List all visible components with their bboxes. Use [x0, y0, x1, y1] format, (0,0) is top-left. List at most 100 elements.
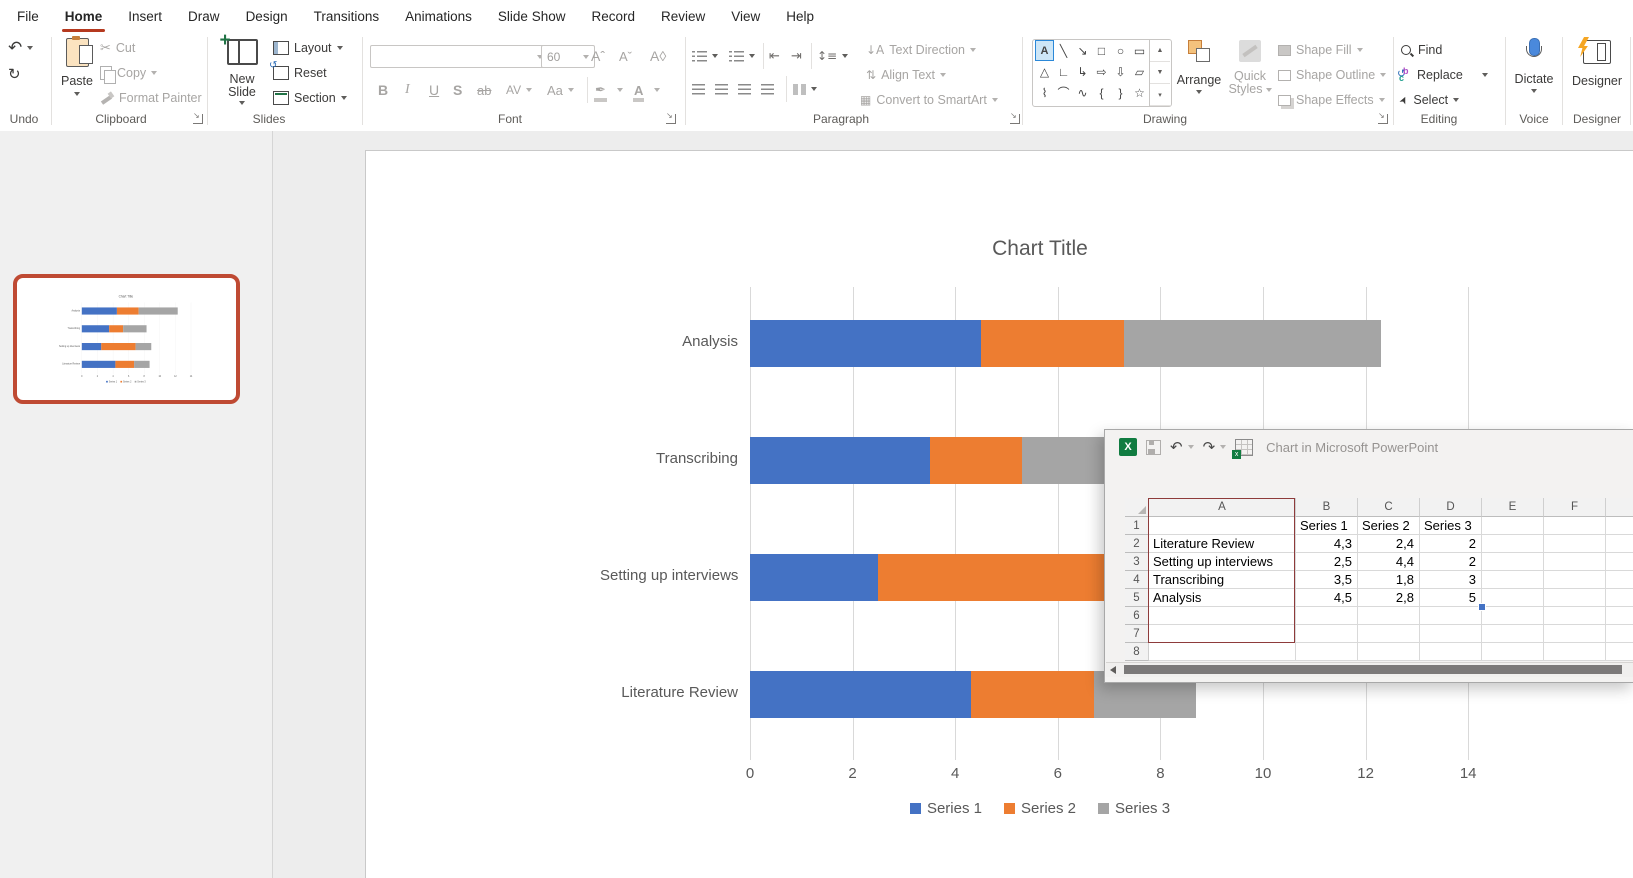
cell-D6[interactable]: [1420, 607, 1482, 625]
column-header-C[interactable]: C: [1358, 498, 1420, 517]
cell-B8[interactable]: [1296, 643, 1358, 661]
elbow-connector-icon[interactable]: ∟: [1054, 61, 1073, 82]
legend-item[interactable]: Series 2: [1003, 800, 1076, 817]
align-center-button[interactable]: [715, 78, 728, 100]
clipboard-dialog-launcher[interactable]: [193, 113, 203, 124]
gallery-scroll-up-icon[interactable]: ▲: [1150, 40, 1170, 62]
row-header-8[interactable]: 8: [1125, 643, 1149, 661]
cell-D8[interactable]: [1420, 643, 1482, 661]
gallery-scroll-down-icon[interactable]: ▼: [1150, 62, 1170, 84]
column-header-B[interactable]: B: [1296, 498, 1358, 517]
paste-button[interactable]: Paste: [56, 35, 98, 96]
cell-A4[interactable]: Transcribing: [1149, 571, 1296, 589]
save-icon[interactable]: [1146, 439, 1161, 455]
thumbnail-chart[interactable]: Chart Title 0 2 4 6 8 10 12 14 Analysis Transcribi…: [59, 293, 193, 384]
column-header-cut[interactable]: [1606, 498, 1633, 517]
curve-shape-icon[interactable]: ∿: [1073, 82, 1092, 103]
left-brace-shape-icon[interactable]: {: [1092, 82, 1111, 103]
cell-C5[interactable]: 2,8: [1358, 589, 1420, 607]
cell-A2[interactable]: Literature Review: [1149, 535, 1296, 553]
text-shadow-button[interactable]: S: [453, 79, 462, 101]
cell-C7[interactable]: [1358, 625, 1420, 643]
cell-D4[interactable]: 3: [1420, 571, 1482, 589]
rectangle-shape-icon[interactable]: □: [1092, 40, 1111, 61]
cell-F8[interactable]: [1544, 643, 1606, 661]
find-button[interactable]: Find: [1400, 39, 1442, 61]
tab-animations[interactable]: Animations: [392, 0, 485, 33]
cell-F1[interactable]: [1544, 517, 1606, 535]
arc-shape-icon[interactable]: ⌒: [1054, 82, 1073, 103]
legend-item[interactable]: Series 3: [1098, 800, 1170, 817]
parallelogram-shape-icon[interactable]: ▱: [1130, 61, 1149, 82]
cell-B1[interactable]: Series 1: [1296, 517, 1358, 535]
cell-F3[interactable]: [1544, 553, 1606, 571]
format-painter-button[interactable]: Format Painter: [100, 87, 202, 109]
shrink-font-button[interactable]: Aˇ: [619, 45, 632, 67]
cell-x2[interactable]: [1606, 535, 1633, 553]
bar-segment-series-1[interactable]: [750, 319, 981, 367]
cell-A8[interactable]: [1149, 643, 1296, 661]
cell-E7[interactable]: [1482, 625, 1544, 643]
cell-F6[interactable]: [1544, 607, 1606, 625]
right-arrow-shape-icon[interactable]: ⇨: [1092, 61, 1111, 82]
row-header-4[interactable]: 4: [1125, 571, 1149, 589]
decrease-indent-button[interactable]: ⇤: [769, 45, 780, 67]
font-color-button[interactable]: A: [632, 79, 661, 102]
cell-C3[interactable]: 4,4: [1358, 553, 1420, 571]
align-right-button[interactable]: [738, 78, 751, 100]
edit-data-in-excel-icon[interactable]: [1232, 438, 1254, 459]
increase-indent-button[interactable]: ⇥: [791, 45, 802, 67]
cell-D7[interactable]: [1420, 625, 1482, 643]
oval-shape-icon[interactable]: ○: [1111, 40, 1130, 61]
row-header-2[interactable]: 2: [1125, 535, 1149, 553]
line-spacing-button[interactable]: ↕≡: [817, 45, 849, 67]
cell-B6[interactable]: [1296, 607, 1358, 625]
cell-x6[interactable]: [1606, 607, 1633, 625]
column-header-F[interactable]: F: [1544, 498, 1606, 517]
cell-C2[interactable]: 2,4: [1358, 535, 1420, 553]
character-spacing-button[interactable]: AV: [506, 79, 533, 101]
tab-home[interactable]: Home: [52, 0, 116, 33]
cell-x8[interactable]: [1606, 643, 1633, 661]
clear-formatting-button[interactable]: A◊: [650, 45, 666, 67]
font-size-combobox[interactable]: 60: [541, 45, 595, 68]
cell-A1[interactable]: [1149, 517, 1296, 535]
shape-outline-button[interactable]: Shape Outline: [1278, 64, 1387, 86]
cell-D2[interactable]: 2: [1420, 535, 1482, 553]
italic-button[interactable]: I: [405, 79, 410, 101]
tab-file[interactable]: File: [4, 0, 52, 33]
text-box-shape-icon[interactable]: A: [1035, 40, 1054, 61]
font-dialog-launcher[interactable]: [666, 113, 676, 124]
font-name-combobox[interactable]: [370, 45, 549, 68]
row-header-3[interactable]: 3: [1125, 553, 1149, 571]
underline-button[interactable]: U: [429, 79, 439, 101]
right-brace-shape-icon[interactable]: }: [1111, 82, 1130, 103]
cell-x5[interactable]: [1606, 589, 1633, 607]
bar-segment-series-1[interactable]: [750, 670, 971, 718]
chart-data-window[interactable]: X ↶ ↷ Chart in Microsoft PowerPoint ABCD…: [1104, 429, 1633, 683]
change-case-button[interactable]: Aa: [547, 79, 574, 101]
column-header-A[interactable]: A: [1149, 498, 1296, 517]
cell-C4[interactable]: 1,8: [1358, 571, 1420, 589]
cell-E2[interactable]: [1482, 535, 1544, 553]
tab-slide-show[interactable]: Slide Show: [485, 0, 579, 33]
cell-F4[interactable]: [1544, 571, 1606, 589]
align-left-button[interactable]: [692, 78, 705, 100]
shapes-gallery[interactable]: A ╲ ↘ □ ○ ▭ △ ∟ ↳ ⇨ ⇩ ▱ ⌇ ⌒ ∿ { } ☆ ▲ ▼ …: [1032, 39, 1172, 107]
dictate-button[interactable]: Dictate: [1508, 36, 1560, 93]
column-header-E[interactable]: E: [1482, 498, 1544, 517]
shape-fill-button[interactable]: Shape Fill: [1278, 39, 1363, 61]
cell-F7[interactable]: [1544, 625, 1606, 643]
undo-button[interactable]: ↶: [8, 37, 34, 59]
cell-D1[interactable]: Series 3: [1420, 517, 1482, 535]
columns-button[interactable]: [793, 78, 817, 100]
cell-C1[interactable]: Series 2: [1358, 517, 1420, 535]
bar-segment-series-2[interactable]: [970, 670, 1094, 718]
tab-insert[interactable]: Insert: [115, 0, 175, 33]
cell-E4[interactable]: [1482, 571, 1544, 589]
drawing-dialog-launcher[interactable]: [1378, 113, 1388, 124]
reset-button[interactable]: Reset: [269, 60, 327, 84]
cell-C6[interactable]: [1358, 607, 1420, 625]
cell-x7[interactable]: [1606, 625, 1633, 643]
scrollbar-thumb[interactable]: [1124, 665, 1622, 674]
